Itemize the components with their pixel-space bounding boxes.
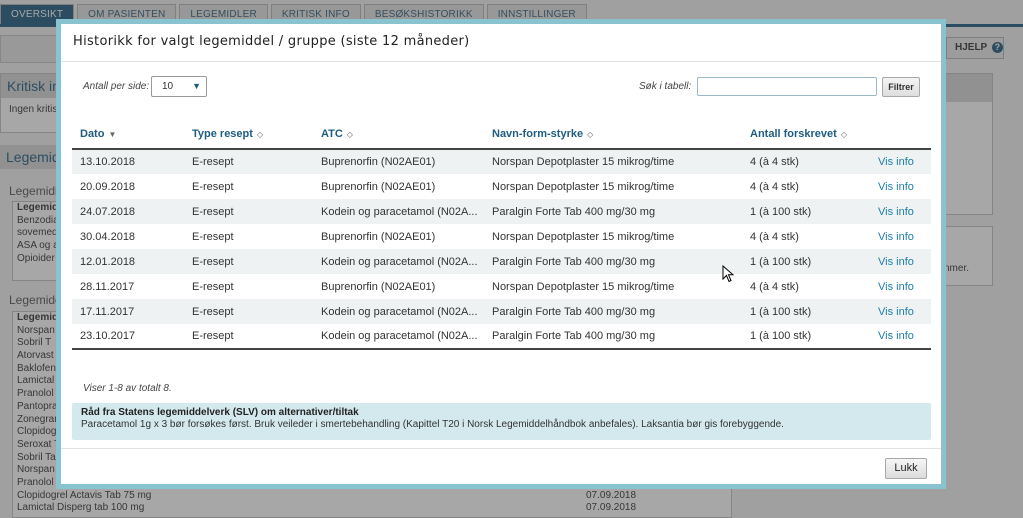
cell-atc: Buprenorfin (N02AE01): [313, 149, 484, 174]
cell-type: E-resept: [184, 224, 313, 249]
cell-navn: Norspan Depotplaster 15 mikrog/time: [484, 274, 742, 299]
vis-info-link[interactable]: Vis info: [870, 199, 931, 224]
filter-button[interactable]: Filtrer: [882, 77, 920, 97]
cell-type: E-resept: [184, 174, 313, 199]
cell-type: E-resept: [184, 149, 313, 174]
search-label: Søk i tabell:: [639, 81, 692, 92]
title-divider: [61, 61, 941, 62]
per-page-select[interactable]: 10 ▼: [151, 76, 207, 97]
cell-navn: Norspan Depotplaster 15 mikrog/time: [484, 224, 742, 249]
advice-text: Paracetamol 1g x 3 bør forsøkes først. B…: [81, 419, 784, 430]
cell-navn: Norspan Depotplaster 15 mikrog/time: [484, 149, 742, 174]
cell-atc: Buprenorfin (N02AE01): [313, 224, 484, 249]
cell-dato: 23.10.2017: [72, 324, 184, 350]
sort-icon: ◇: [587, 129, 594, 139]
cell-type: E-resept: [184, 249, 313, 274]
cell-antall: 4 (à 4 stk): [742, 274, 870, 299]
column-header-antall[interactable]: Antall forskrevet ◇: [742, 119, 870, 150]
table-summary: Viser 1-8 av totalt 8.: [83, 383, 172, 394]
vis-info-link[interactable]: Vis info: [870, 274, 931, 299]
cell-antall: 1 (à 100 stk): [742, 249, 870, 274]
cell-navn: Paralgin Forte Tab 400 mg/30 mg: [484, 299, 742, 324]
cell-navn: Paralgin Forte Tab 400 mg/30 mg: [484, 324, 742, 350]
cell-dato: 12.01.2018: [72, 249, 184, 274]
vis-info-link[interactable]: Vis info: [870, 299, 931, 324]
cell-dato: 24.07.2018: [72, 199, 184, 224]
cell-type: E-resept: [184, 199, 313, 224]
search-input[interactable]: [697, 77, 877, 96]
per-page-label: Antall per side:: [83, 81, 150, 92]
cell-antall: 4 (à 4 stk): [742, 149, 870, 174]
table-row: 28.11.2017 E-resept Buprenorfin (N02AE01…: [72, 274, 931, 299]
cell-antall: 4 (à 4 stk): [742, 224, 870, 249]
cell-antall: 4 (à 4 stk): [742, 174, 870, 199]
table-row: 12.01.2018 E-resept Kodein og paracetamo…: [72, 249, 931, 274]
cell-type: E-resept: [184, 274, 313, 299]
column-header-type[interactable]: Type resept ◇: [184, 119, 313, 150]
table-row: 30.04.2018 E-resept Buprenorfin (N02AE01…: [72, 224, 931, 249]
table-row: 24.07.2018 E-resept Kodein og paracetamo…: [72, 199, 931, 224]
cell-atc: Kodein og paracetamol (N02A...: [313, 299, 484, 324]
cell-dato: 13.10.2018: [72, 149, 184, 174]
cell-dato: 17.11.2017: [72, 299, 184, 324]
cell-navn: Paralgin Forte Tab 400 mg/30 mg: [484, 249, 742, 274]
cell-atc: Buprenorfin (N02AE01): [313, 174, 484, 199]
mouse-cursor-icon: [722, 265, 734, 283]
dialog-title: Historikk for valgt legemiddel / gruppe …: [73, 34, 470, 49]
cell-dato: 20.09.2018: [72, 174, 184, 199]
cell-navn: Paralgin Forte Tab 400 mg/30 mg: [484, 199, 742, 224]
table-row: 17.11.2017 E-resept Kodein og paracetamo…: [72, 299, 931, 324]
vis-info-link[interactable]: Vis info: [870, 324, 931, 350]
cell-atc: Kodein og paracetamol (N02A...: [313, 249, 484, 274]
cell-type: E-resept: [184, 299, 313, 324]
table-row: 13.10.2018 E-resept Buprenorfin (N02AE01…: [72, 149, 931, 174]
sort-icon: ◇: [840, 129, 847, 139]
footer-divider: [61, 448, 941, 449]
cell-antall: 1 (à 100 stk): [742, 299, 870, 324]
table-row: 20.09.2018 E-resept Buprenorfin (N02AE01…: [72, 174, 931, 199]
cell-atc: Kodein og paracetamol (N02A...: [313, 324, 484, 350]
history-table: Dato ▼ Type resept ◇ ATC ◇ Navn-form-styrke…: [72, 119, 931, 350]
vis-info-link[interactable]: Vis info: [870, 224, 931, 249]
vis-info-link[interactable]: Vis info: [870, 149, 931, 174]
vis-info-link[interactable]: Vis info: [870, 174, 931, 199]
cell-antall: 1 (à 100 stk): [742, 199, 870, 224]
column-header-dato[interactable]: Dato ▼: [72, 119, 184, 150]
triangle-down-icon: ▼: [192, 81, 201, 91]
advice-title: Råd fra Statens legemiddelverk (SLV) om …: [81, 407, 359, 418]
column-header-navn[interactable]: Navn-form-styrke ◇: [484, 119, 742, 150]
close-button[interactable]: Lukk: [885, 458, 927, 479]
vis-info-link[interactable]: Vis info: [870, 249, 931, 274]
cell-atc: Kodein og paracetamol (N02A...: [313, 199, 484, 224]
history-dialog: Historikk for valgt legemiddel / gruppe …: [56, 19, 946, 489]
sort-desc-icon: ▼: [108, 129, 117, 139]
cell-dato: 28.11.2017: [72, 274, 184, 299]
column-header-actions: [870, 119, 931, 150]
sort-icon: ◇: [346, 129, 353, 139]
cell-navn: Norspan Depotplaster 15 mikrog/time: [484, 174, 742, 199]
cell-atc: Buprenorfin (N02AE01): [313, 274, 484, 299]
slv-advice-box: Råd fra Statens legemiddelverk (SLV) om …: [72, 403, 931, 440]
per-page-value: 10: [162, 81, 174, 92]
cell-type: E-resept: [184, 324, 313, 350]
table-row: 23.10.2017 E-resept Kodein og paracetamo…: [72, 324, 931, 350]
column-header-atc[interactable]: ATC ◇: [313, 119, 484, 150]
cell-antall: 1 (à 100 stk): [742, 324, 870, 350]
cell-dato: 30.04.2018: [72, 224, 184, 249]
sort-icon: ◇: [256, 129, 264, 139]
